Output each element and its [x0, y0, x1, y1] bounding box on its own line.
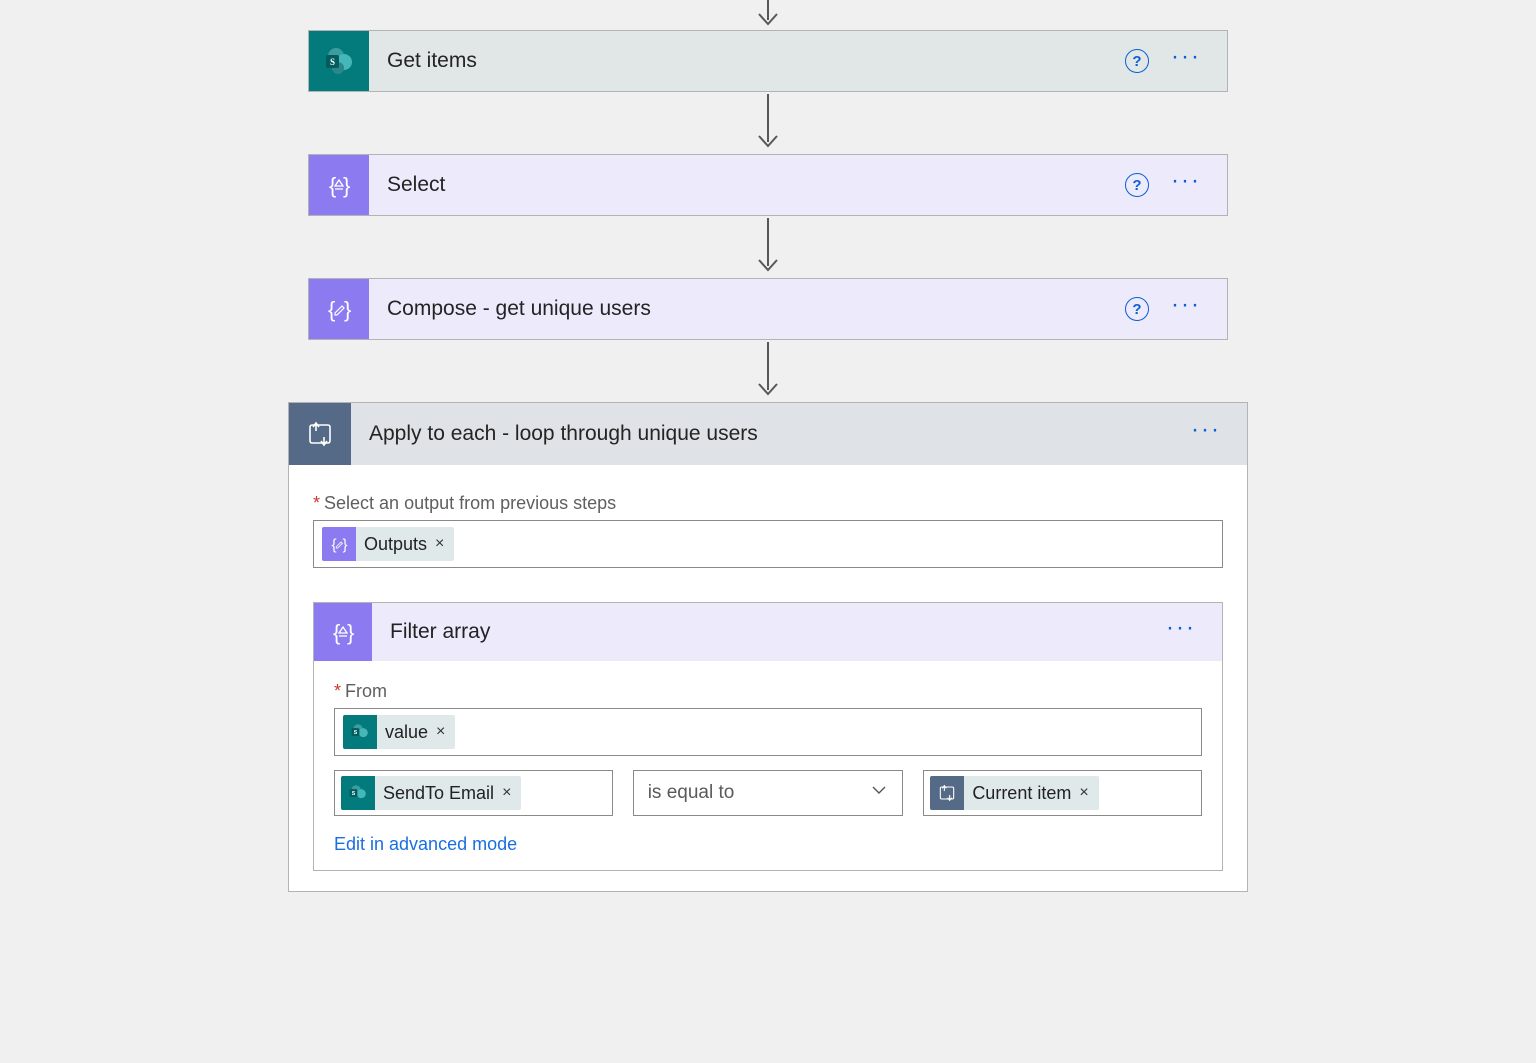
token-label: Outputs [356, 534, 435, 555]
filter-from-label: *From [334, 681, 1202, 702]
svg-text:S: S [352, 791, 356, 797]
token-remove-icon[interactable]: × [436, 723, 445, 741]
filter-right-operand[interactable]: Current item × [923, 770, 1202, 816]
more-icon[interactable]: ··· [1166, 614, 1196, 650]
token-label: value [377, 722, 436, 743]
compose-icon: { } [309, 279, 369, 339]
sharepoint-icon: S [343, 715, 377, 749]
filter-header[interactable]: { } Filter array ··· [314, 603, 1222, 661]
more-icon[interactable]: ··· [1191, 416, 1221, 452]
more-icon[interactable]: ··· [1171, 291, 1201, 327]
help-icon[interactable]: ? [1125, 297, 1149, 321]
loop-input-box[interactable]: { } Outputs × [313, 520, 1223, 568]
token-value[interactable]: S value × [343, 715, 455, 749]
token-label: Current item [964, 783, 1079, 804]
arrow [0, 0, 1536, 30]
action-title: Compose - get unique users [369, 297, 1125, 321]
svg-text:}: } [342, 537, 347, 554]
loop-icon [930, 776, 964, 810]
token-remove-icon[interactable]: × [435, 535, 444, 553]
token-outputs[interactable]: { } Outputs × [322, 527, 454, 561]
token-remove-icon[interactable]: × [1079, 784, 1088, 802]
svg-text:}: } [347, 620, 354, 645]
chevron-down-icon [870, 781, 888, 805]
arrow [0, 216, 1536, 278]
compose-icon: { } [322, 527, 356, 561]
svg-text:{: { [331, 537, 336, 554]
action-card-compose[interactable]: { } Compose - get unique users ? ··· [308, 278, 1228, 340]
action-card-select[interactable]: { } Select ? ··· [308, 154, 1228, 216]
svg-text:{: { [328, 297, 335, 322]
svg-text:S: S [354, 730, 358, 736]
filter-condition-row: S SendTo Email × is equal to [334, 770, 1202, 816]
token-current-item[interactable]: Current item × [930, 776, 1098, 810]
required-marker: * [334, 681, 341, 701]
token-label: SendTo Email [375, 783, 502, 804]
filter-icon: { } [314, 603, 372, 661]
svg-text:}: } [343, 173, 350, 198]
sharepoint-icon: S [341, 776, 375, 810]
token-sendto-email[interactable]: S SendTo Email × [341, 776, 521, 810]
loop-header[interactable]: Apply to each - loop through unique user… [289, 403, 1247, 465]
token-remove-icon[interactable]: × [502, 784, 511, 802]
loop-input-label: *Select an output from previous steps [313, 493, 1223, 514]
loop-title: Apply to each - loop through unique user… [351, 422, 1191, 446]
loop-icon [289, 403, 351, 465]
loop-container: Apply to each - loop through unique user… [288, 402, 1248, 892]
required-marker: * [313, 493, 320, 513]
svg-text:S: S [330, 57, 335, 67]
more-icon[interactable]: ··· [1171, 167, 1201, 203]
filter-left-operand[interactable]: S SendTo Email × [334, 770, 613, 816]
action-title: Get items [369, 49, 1125, 73]
help-icon[interactable]: ? [1125, 173, 1149, 197]
help-icon[interactable]: ? [1125, 49, 1149, 73]
filter-title: Filter array [372, 620, 1166, 644]
operator-value: is equal to [648, 782, 735, 804]
filter-from-input[interactable]: S value × [334, 708, 1202, 756]
action-card-filter-array: { } Filter array ··· *From [313, 602, 1223, 871]
arrow [0, 340, 1536, 402]
more-icon[interactable]: ··· [1171, 43, 1201, 79]
edit-advanced-mode-link[interactable]: Edit in advanced mode [334, 834, 517, 855]
filter-operator-select[interactable]: is equal to [633, 770, 904, 816]
arrow [0, 92, 1536, 154]
action-title: Select [369, 173, 1125, 197]
svg-text:}: } [344, 297, 351, 322]
sharepoint-icon: S [309, 31, 369, 91]
select-icon: { } [309, 155, 369, 215]
action-card-get-items[interactable]: S Get items ? ··· [308, 30, 1228, 92]
